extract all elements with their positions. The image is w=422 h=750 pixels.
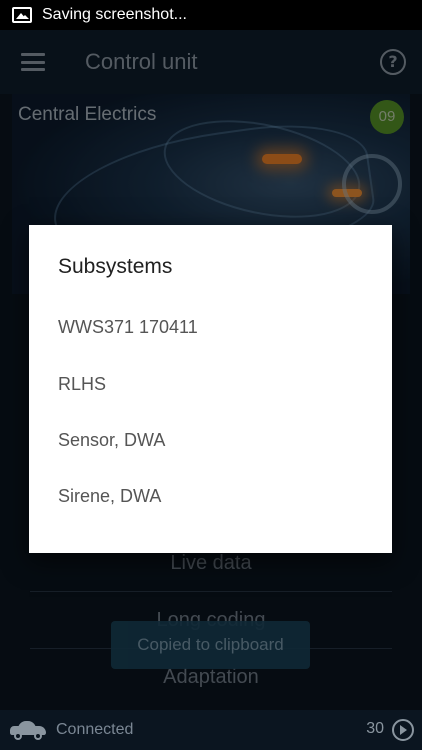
subsystem-item[interactable]: Sirene, DWA — [58, 486, 161, 507]
refresh-icon[interactable] — [392, 719, 414, 741]
connection-status-text: Connected — [56, 721, 134, 738]
subsystem-item[interactable]: Sensor, DWA — [58, 430, 165, 451]
image-icon — [12, 7, 32, 23]
car-icon — [10, 720, 46, 740]
session-count: 30 — [366, 720, 384, 737]
subsystems-dialog: Subsystems WWS371 170411 RLHS Sensor, DW… — [29, 225, 392, 553]
dialog-title: Subsystems — [58, 255, 173, 278]
subsystem-item[interactable]: RLHS — [58, 374, 106, 395]
connection-status-bar: Connected 30 — [0, 710, 422, 750]
status-notification-text: Saving screenshot... — [42, 6, 187, 23]
system-status-bar: Saving screenshot... — [0, 0, 422, 30]
subsystem-item[interactable]: WWS371 170411 — [58, 317, 198, 338]
